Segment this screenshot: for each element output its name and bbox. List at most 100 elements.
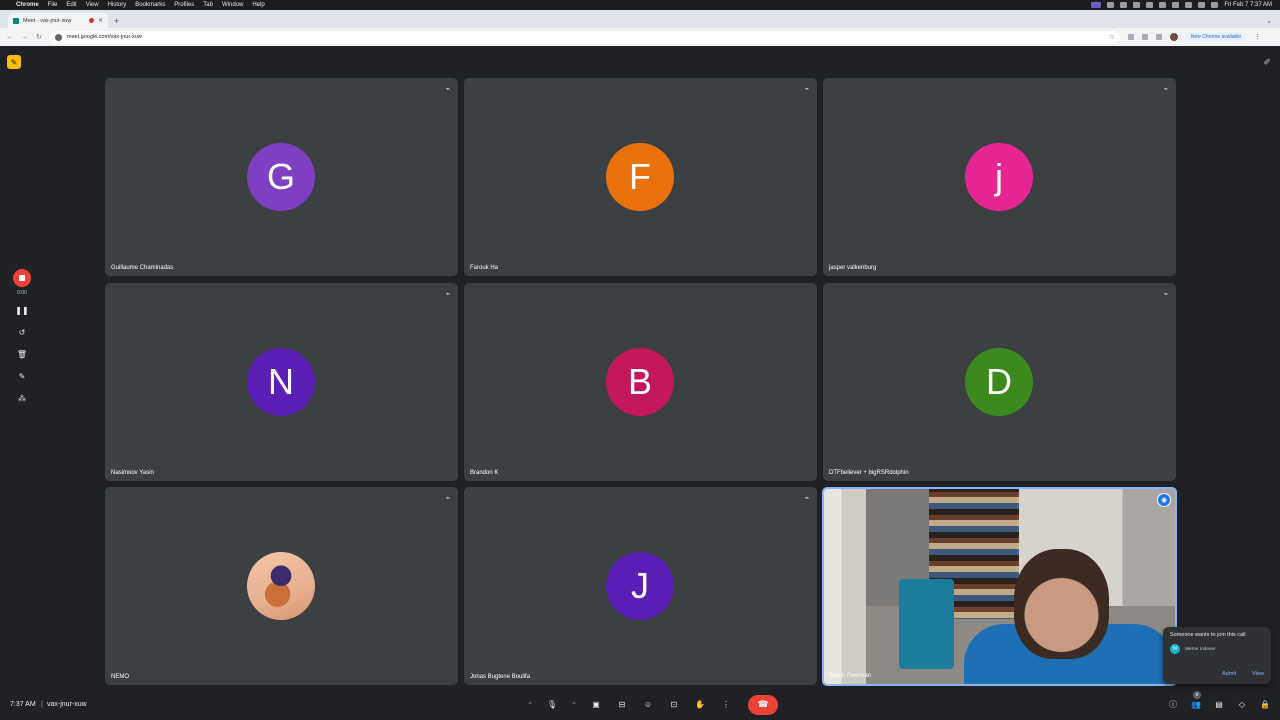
audio-options-chevron-icon[interactable]: ^ <box>524 695 536 715</box>
extension-icon[interactable] <box>1155 34 1162 40</box>
participant-tile[interactable]: B Brandon K <box>464 283 817 481</box>
participant-name: Farouk Ha <box>470 265 499 271</box>
extension-icon[interactable] <box>1141 34 1148 40</box>
control-center-icon[interactable] <box>1211 2 1219 8</box>
avatar-photo <box>247 552 315 620</box>
person-video <box>1014 549 1109 659</box>
close-tab-icon[interactable]: ✕ <box>98 17 103 24</box>
site-info-icon[interactable] <box>54 33 62 41</box>
avatar: D <box>965 348 1033 416</box>
participant-tile[interactable]: ⌁ j jasper valkenburg <box>823 78 1176 276</box>
participant-tile[interactable]: ⌁ D DTFbeliever + bigRSRdolphin <box>823 283 1176 481</box>
mic-icon[interactable]: 🎙 <box>542 695 562 715</box>
update-chrome-button[interactable]: New Chrome available <box>1185 32 1247 42</box>
tab-title: Meet - vax-jnur-xuw <box>23 17 72 24</box>
menu-app-name[interactable]: Chrome <box>16 2 39 8</box>
menu-window[interactable]: Window <box>222 2 243 8</box>
people-icon[interactable]: 👥 9 <box>1189 690 1203 712</box>
avatar: F <box>606 143 674 211</box>
bluetooth-icon[interactable] <box>1159 2 1167 8</box>
forward-icon[interactable]: → <box>21 34 28 41</box>
menu-file[interactable]: File <box>48 2 58 8</box>
menu-bookmarks[interactable]: Bookmarks <box>135 2 165 8</box>
self-video-tile[interactable]: ◉ Nevin Freeman <box>822 487 1177 686</box>
present-screen-icon[interactable]: ⊡ <box>664 695 684 715</box>
leave-call-button[interactable]: ☎ <box>748 694 778 715</box>
extension-icon[interactable] <box>1127 34 1134 40</box>
browser-tab-strip: Meet - vax-jnur-xuw ✕ + ⌄ <box>0 10 1280 28</box>
participant-name: Guillaume Chaminadas <box>111 265 174 271</box>
participant-name: Brandon K <box>470 470 499 476</box>
screen-recording-icon[interactable] <box>1091 2 1102 8</box>
status-extra-icon[interactable] <box>1120 2 1128 8</box>
meet-companion-icon[interactable]: ✎ <box>7 55 21 69</box>
meet-bottom-bar: 7:37 AM | vax-jnur-xuw ^ 🎙 ^ ▣ ⊟ ☺ ⊡ ✋ ⋮… <box>0 689 1280 720</box>
url-text[interactable]: meet.google.com/vax-jnur-xuw <box>67 34 142 40</box>
search-icon[interactable] <box>1198 2 1206 8</box>
speaking-indicator-icon[interactable]: ◉ <box>1157 493 1171 507</box>
back-icon[interactable]: ← <box>6 34 13 41</box>
browser-menu-icon[interactable]: ⋮ <box>1254 33 1261 41</box>
admit-button[interactable]: Admit <box>1222 671 1236 677</box>
address-bar[interactable]: meet.google.com/vax-jnur-xuw ☆ <box>49 30 1120 44</box>
status-extra-icon[interactable] <box>1133 2 1141 8</box>
camera-icon[interactable]: ▣ <box>586 695 606 715</box>
menu-history[interactable]: History <box>108 2 127 8</box>
effects-wand-icon[interactable]: ✐ <box>1263 57 1271 68</box>
more-options-icon[interactable]: ⋮ <box>716 695 736 715</box>
menu-clock[interactable]: Fri Feb 7 7:37 AM <box>1224 2 1272 8</box>
raise-hand-icon[interactable]: ✋ <box>690 695 710 715</box>
menu-edit[interactable]: Edit <box>66 2 76 8</box>
emoji-reaction-icon[interactable]: ☺ <box>638 695 658 715</box>
meeting-clock: 7:37 AM <box>10 701 36 708</box>
profile-avatar[interactable] <box>1169 33 1178 41</box>
chat-icon[interactable]: ▤ <box>1212 698 1226 712</box>
mic-off-icon: ⌁ <box>445 495 450 502</box>
menu-tab[interactable]: Tab <box>203 2 213 8</box>
meeting-code: vax-jnur-xuw <box>47 701 87 708</box>
tab-search-icon[interactable]: ⌄ <box>1266 17 1272 25</box>
effects-icon[interactable]: ⁂ <box>18 390 26 406</box>
participant-name: Nevin Freeman <box>830 673 872 679</box>
bookmark-star-icon[interactable]: ☆ <box>1109 33 1115 41</box>
avatar: J <box>606 552 674 620</box>
browser-tab-meet[interactable]: Meet - vax-jnur-xuw ✕ <box>8 13 108 28</box>
participant-tile[interactable]: ⌁ J Jonas Bugtene Boulifa <box>464 487 817 685</box>
activities-icon[interactable]: ◇ <box>1235 698 1249 712</box>
host-controls-icon[interactable]: 🔒 <box>1258 698 1272 712</box>
meeting-info-icon[interactable]: ⓘ <box>1166 698 1180 712</box>
stop-recording-button[interactable] <box>13 269 31 287</box>
menu-help[interactable]: Help <box>252 2 264 8</box>
battery-icon[interactable] <box>1172 2 1180 8</box>
view-button[interactable]: View <box>1252 671 1264 677</box>
restart-icon[interactable]: ↺ <box>19 324 26 340</box>
side-panel-controls: ⓘ 👥 9 ▤ ◇ 🔒 <box>1166 690 1272 712</box>
mic-off-icon: ⌁ <box>445 291 450 298</box>
participant-tile[interactable]: ⌁ F Farouk Ha <box>464 78 817 276</box>
pen-icon[interactable]: ✎ <box>19 368 26 384</box>
participant-tile[interactable]: ⌁ N Nasimoov Yasin <box>105 283 458 481</box>
people-count-badge: 9 <box>1193 690 1201 699</box>
browser-toolbar: ← → ↻ meet.google.com/vax-jnur-xuw ☆ New… <box>0 28 1280 46</box>
wifi-icon[interactable] <box>1185 2 1193 8</box>
new-tab-icon[interactable]: + <box>114 16 119 26</box>
pause-icon[interactable]: ❚❚ <box>15 302 28 318</box>
menu-profiles[interactable]: Profiles <box>174 2 194 8</box>
participant-name: Jonas Bugtene Boulifa <box>470 674 531 680</box>
status-icons: Fri Feb 7 7:37 AM <box>1091 2 1272 8</box>
participant-tile[interactable]: ⌁ G Guillaume Chaminadas <box>105 78 458 276</box>
participant-tile[interactable]: ⌁ NEMO <box>105 487 458 685</box>
reload-icon[interactable]: ↻ <box>36 33 42 41</box>
menu-view[interactable]: View <box>86 2 99 8</box>
status-extra-icon[interactable] <box>1107 2 1115 8</box>
delete-icon[interactable]: 🗑 <box>17 346 27 362</box>
status-extra-icon[interactable] <box>1146 2 1154 8</box>
video-options-chevron-icon[interactable]: ^ <box>568 695 580 715</box>
join-request-title: Someone wants to join this call <box>1170 632 1246 638</box>
avatar: j <box>965 143 1033 211</box>
divider: | <box>41 701 43 708</box>
avatar: M <box>1170 644 1180 654</box>
captions-icon[interactable]: ⊟ <box>612 695 632 715</box>
recording-time: 0:00 <box>17 290 27 296</box>
meet-favicon-icon <box>13 17 19 24</box>
